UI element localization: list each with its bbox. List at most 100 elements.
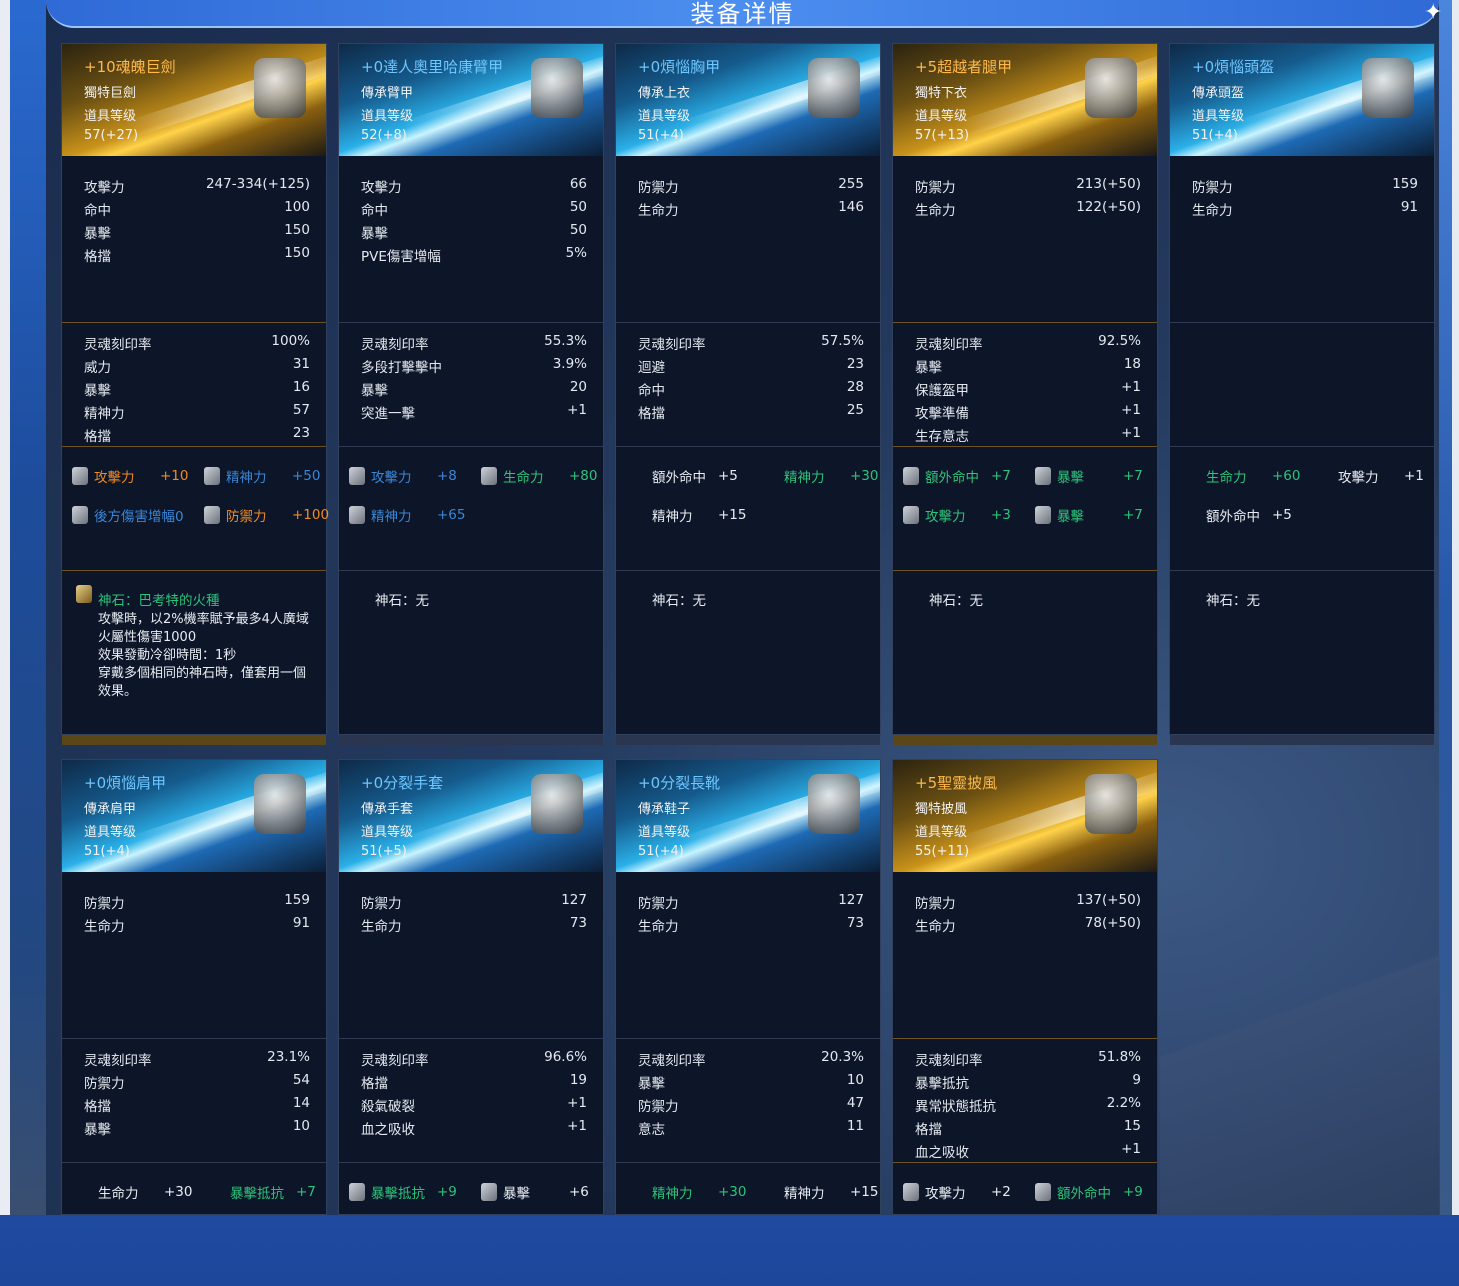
stat-name: 防禦力 <box>915 180 956 196</box>
item-type: 傳承頭盔 <box>1192 86 1245 101</box>
enchant-stats: 生命力 +60 攻擊力 +1 額外命中 +5 <box>1170 446 1434 570</box>
stat-row: 暴擊 10 <box>84 1118 310 1138</box>
soul-stats <box>1170 322 1434 446</box>
stat-row: 灵魂刻印率 55.3% <box>361 333 587 353</box>
enchant-icon <box>349 1183 365 1201</box>
equipment-card[interactable]: +10魂魄巨劍 獨特巨劍 道具等级 57(+27) 攻擊力 247-334(+125) 命中… <box>61 43 329 745</box>
godstone-title: 神石：无 <box>375 593 429 609</box>
godstone-section: 神石：无 <box>1170 570 1434 735</box>
item-level: 51(+5) <box>361 844 407 859</box>
enchant-label: 攻擊力 <box>1338 470 1379 486</box>
equipment-card[interactable]: +0煩惱頭盔 傳承頭盔 道具等级 51(+4) 防禦力 159 生命力 91 生命力 +60 攻擊力… <box>1169 43 1435 745</box>
enchant-label: 攻擊力 <box>925 1186 966 1202</box>
card-footer <box>1170 735 1434 745</box>
enchant-value: +1 <box>1404 468 1424 484</box>
stat-row: 灵魂刻印率 92.5% <box>915 333 1141 353</box>
enchant-value: +2 <box>991 1184 1011 1200</box>
stat-value: 137(+50) <box>1076 892 1141 908</box>
stat-row: 生命力 122(+50) <box>915 199 1141 219</box>
base-stats: 攻擊力 247-334(+125) 命中 100 暴擊 150 格擋 150 <box>62 156 326 322</box>
stat-name: 灵魂刻印率 <box>638 1053 706 1069</box>
enchant-value: +7 <box>296 1184 316 1200</box>
stat-row: 命中 28 <box>638 379 864 399</box>
enchant-label: 額外命中 <box>1057 1186 1111 1202</box>
stat-value: 10 <box>846 1072 864 1088</box>
stat-value: +1 <box>567 402 587 418</box>
stat-name: 多段打擊擊中 <box>361 360 442 376</box>
equipment-card[interactable]: +0煩惱肩甲 傳承肩甲 道具等级 51(+4) 防禦力 159 生命力 91 灵魂刻印率 23.1… <box>61 759 327 1215</box>
enchant-item: 額外命中 +5 <box>1206 504 1292 526</box>
stat-value: 78(+50) <box>1084 915 1141 931</box>
enchant-value: +50 <box>292 468 321 484</box>
stat-value: 20 <box>569 379 587 395</box>
enchant-item: 攻擊力 +3 <box>903 504 1011 526</box>
godstone-title: 神石：巴考特的火種 <box>98 593 220 609</box>
page-title: 装备详情 <box>690 0 795 28</box>
item-name: +10魂魄巨劍 <box>84 58 176 76</box>
item-type: 傳承上衣 <box>638 86 691 101</box>
stat-value: 10 <box>292 1118 310 1134</box>
stat-name: 血之吸收 <box>361 1122 415 1138</box>
equipment-card[interactable]: +0達人奧里哈康臂甲 傳承臂甲 道具等级 52(+8) 攻擊力 66 命中 50 暴擊 50 PVE… <box>338 43 604 745</box>
enchant-label: 精神力 <box>784 1186 825 1202</box>
stat-row: 暴擊 16 <box>84 379 310 399</box>
item-name: +5超越者腿甲 <box>915 58 1013 76</box>
stat-value: 57.5% <box>821 333 864 349</box>
stat-name: 暴擊 <box>638 1076 665 1092</box>
equipment-card[interactable]: +5聖靈披風 獨特披風 道具等级 55(+11) 防禦力 137(+50) 生命力 78(+5… <box>892 759 1158 1215</box>
stat-row: 防禦力 47 <box>638 1095 864 1115</box>
stat-name: 暴擊 <box>84 1122 111 1138</box>
godstone-title: 神石：无 <box>652 593 706 609</box>
enchant-label: 精神力 <box>652 509 693 525</box>
enchant-stats: 攻擊力 +10 精神力 +50 後方傷害增幅0 防禦力 +100 <box>62 446 329 570</box>
stat-value: 73 <box>846 915 864 931</box>
stat-value: 247-334(+125) <box>205 176 310 192</box>
stat-name: 暴擊 <box>361 226 388 242</box>
enchant-stats: 攻擊力 +8 生命力 +80 精神力 +65 <box>339 446 603 570</box>
background-mountain <box>1160 840 1440 1215</box>
enchant-label: 暴擊抵抗 <box>371 1186 425 1202</box>
stat-value: 146 <box>838 199 864 215</box>
item-name: +0達人奧里哈康臂甲 <box>361 58 504 76</box>
stat-row: 殺氣破裂 +1 <box>361 1095 587 1115</box>
stat-row: 保護盔甲 +1 <box>915 379 1141 399</box>
stat-row: 生命力 91 <box>84 915 310 935</box>
equipment-card[interactable]: +0煩惱胸甲 傳承上衣 道具等级 51(+4) 防禦力 255 生命力 146 灵魂刻印率 57.… <box>615 43 881 745</box>
soul-stats: 灵魂刻印率 92.5% 暴擊 18 保護盔甲 +1 攻擊準備 +1 生存意志 +1 <box>893 322 1157 446</box>
stat-value: 100% <box>271 333 310 349</box>
stat-row: 暴擊 20 <box>361 379 587 399</box>
stat-name: 意志 <box>638 1122 665 1138</box>
stat-value: 50 <box>569 199 587 215</box>
enchant-item: 後方傷害增幅0 <box>72 504 184 526</box>
item-icon <box>254 774 306 834</box>
enchant-label: 精神力 <box>784 470 825 486</box>
equipment-card[interactable]: +5超越者腿甲 獨特下衣 道具等级 57(+13) 防禦力 213(+50) 生命力 122(… <box>892 43 1158 745</box>
equipment-card[interactable]: +0分裂長靴 傳承鞋子 道具等级 51(+4) 防禦力 127 生命力 73 灵魂刻印率 20.3… <box>615 759 881 1215</box>
stat-row: 防禦力 255 <box>638 176 864 196</box>
stat-name: 殺氣破裂 <box>361 1099 415 1115</box>
stat-value: 20.3% <box>821 1049 864 1065</box>
stat-name: 防禦力 <box>361 896 402 912</box>
enchant-icon <box>903 467 919 485</box>
enchant-value: +15 <box>850 1184 879 1200</box>
stat-row: 防禦力 213(+50) <box>915 176 1141 196</box>
stat-value: 213(+50) <box>1076 176 1141 192</box>
godstone-description: 攻擊時，以2%機率賦予最多4人廣域火屬性傷害1000 效果發動冷卻時間：1秒 穿戴多… <box>98 611 316 701</box>
stat-row: 暴擊 18 <box>915 356 1141 376</box>
window-edge-left <box>0 0 10 1215</box>
soul-stats: 灵魂刻印率 96.6% 格擋 19 殺氣破裂 +1 血之吸收 +1 <box>339 1038 603 1162</box>
stat-row: 精神力 57 <box>84 402 310 422</box>
enchant-item: 額外命中 +7 <box>903 465 1011 487</box>
card-header: +0煩惱肩甲 傳承肩甲 道具等级 51(+4) <box>62 760 326 872</box>
item-icon <box>1085 58 1137 118</box>
enchant-label: 精神力 <box>371 509 412 525</box>
stat-name: 格擋 <box>84 249 111 265</box>
equipment-card[interactable]: +0分裂手套 傳承手套 道具等级 51(+5) 防禦力 127 生命力 73 灵魂刻印率 96.6… <box>338 759 604 1215</box>
card-header: +5超越者腿甲 獨特下衣 道具等级 57(+13) <box>893 44 1157 156</box>
stat-value: 18 <box>1123 356 1141 372</box>
stat-row: 灵魂刻印率 23.1% <box>84 1049 310 1069</box>
stat-row: 生命力 78(+50) <box>915 915 1141 935</box>
stat-row: 生命力 73 <box>638 915 864 935</box>
enchant-item: 生命力 +30 <box>98 1181 193 1203</box>
enchant-label: 後方傷害增幅0 <box>94 509 184 525</box>
